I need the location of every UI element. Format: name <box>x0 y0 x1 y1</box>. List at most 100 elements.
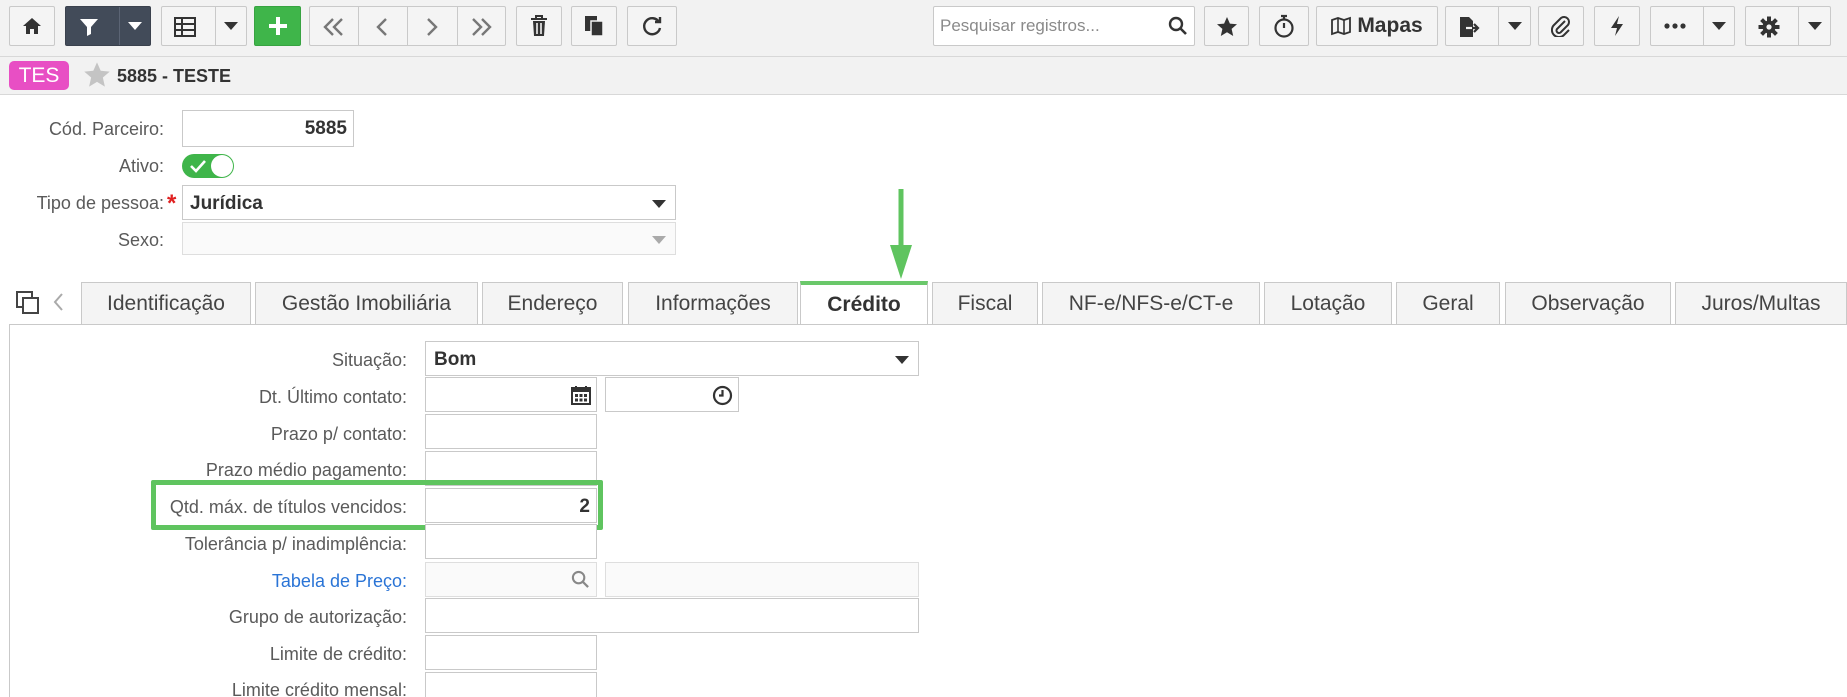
tab-gestao-imobiliaria[interactable]: Gestão Imobiliária <box>255 282 478 324</box>
home-icon <box>23 18 41 34</box>
situacao-label: Situação: <box>331 350 407 370</box>
tab-fiscal[interactable]: Fiscal <box>932 282 1038 324</box>
tab-lotacao[interactable]: Lotação <box>1264 282 1392 324</box>
prazo-medio-label: Prazo médio pagamento: <box>205 460 407 480</box>
search-input[interactable] <box>940 14 1160 38</box>
dt-ultimo-contato-label: Dt. Último contato: <box>258 387 407 407</box>
search-icon[interactable] <box>571 570 590 594</box>
tab-geral[interactable]: Geral <box>1396 282 1500 324</box>
previous-record-icon[interactable] <box>374 17 390 37</box>
tabela-preco-link[interactable]: Tabela de Preço: <box>272 571 407 592</box>
tolerancia-field[interactable] <box>425 524 597 559</box>
navigation-buttons <box>309 6 506 46</box>
file-export-icon <box>1458 16 1480 38</box>
star-icon <box>1216 16 1237 36</box>
filter-button[interactable] <box>65 6 151 46</box>
tab-observacao[interactable]: Observação <box>1505 282 1671 324</box>
grupo-autorizacao-field[interactable] <box>425 598 919 633</box>
search-box <box>933 6 1195 46</box>
tab-informacoes[interactable]: Informações <box>628 282 798 324</box>
maps-button[interactable]: Mapas <box>1316 6 1438 46</box>
grid-view-button[interactable] <box>161 6 247 46</box>
lightning-icon <box>1611 16 1623 36</box>
more-button[interactable] <box>1650 6 1735 46</box>
chevron-down-icon[interactable] <box>1712 22 1726 31</box>
next-record-icon[interactable] <box>424 17 440 37</box>
add-button[interactable] <box>254 6 301 46</box>
record-title: 5885 - TESTE <box>117 66 232 86</box>
tab-identificacao[interactable]: Identificação <box>81 282 251 324</box>
stopwatch-icon <box>1274 14 1294 38</box>
prazo-contato-label: Prazo p/ contato: <box>270 424 407 444</box>
situacao-value: Bom <box>434 349 477 370</box>
cod-parceiro-field[interactable]: 5885 <box>182 110 354 147</box>
chevron-down-icon <box>652 236 666 244</box>
settings-button[interactable] <box>1745 6 1831 46</box>
table-icon <box>174 17 196 37</box>
sexo-label: Sexo: <box>117 230 164 250</box>
tabela-preco-code-field[interactable] <box>425 562 597 597</box>
grupo-autorizacao-label: Grupo de autorização: <box>228 607 407 627</box>
chevron-down-icon[interactable] <box>1808 22 1822 31</box>
prazo-contato-field[interactable] <box>425 414 597 449</box>
limite-mensal-field[interactable] <box>425 672 597 697</box>
chevron-down-icon[interactable] <box>224 22 238 31</box>
tipo-pessoa-select[interactable]: Jurídica <box>182 185 676 220</box>
arrow-down-annotation <box>890 189 912 279</box>
toolbar: Mapas <box>0 0 1847 57</box>
chevron-down-icon <box>652 200 666 208</box>
favorites-button[interactable] <box>1204 6 1249 46</box>
chevron-down-icon[interactable] <box>128 22 142 31</box>
refresh-icon <box>643 17 662 36</box>
situacao-select[interactable]: Bom <box>425 341 919 376</box>
tab-endereco[interactable]: Endereço <box>482 282 623 324</box>
dt-ultimo-contato-date[interactable] <box>425 377 597 412</box>
cod-parceiro-label: Cód. Parceiro: <box>48 119 164 139</box>
paperclip-icon <box>1551 16 1570 37</box>
first-record-icon[interactable] <box>323 17 345 37</box>
tipo-pessoa-label: Tipo de pessoa: <box>36 193 164 213</box>
tab-nfe[interactable]: NF-e/NFS-e/CT-e <box>1042 282 1260 324</box>
trash-icon <box>531 15 547 36</box>
chevron-down-icon <box>895 356 909 364</box>
search-icon[interactable] <box>1168 16 1188 41</box>
ativo-toggle[interactable] <box>182 154 234 178</box>
limite-credito-label: Limite de crédito: <box>269 644 407 664</box>
ativo-label: Ativo: <box>118 156 164 176</box>
tab-list-icon[interactable] <box>16 291 40 320</box>
export-button[interactable] <box>1445 6 1531 46</box>
actions-button[interactable] <box>1594 6 1640 46</box>
dt-ultimo-contato-time[interactable] <box>605 377 739 412</box>
timer-button[interactable] <box>1259 6 1309 46</box>
tipo-pessoa-value: Jurídica <box>190 193 263 214</box>
clock-icon[interactable] <box>712 385 733 411</box>
delete-button[interactable] <box>516 6 562 46</box>
tabs-scroll-left-icon[interactable] <box>52 292 64 317</box>
highlight-box-annotation <box>151 480 603 530</box>
gear-icon <box>1758 16 1780 38</box>
calendar-icon[interactable] <box>571 385 591 410</box>
sexo-select[interactable] <box>182 222 676 255</box>
tabela-preco-description-field <box>605 562 919 597</box>
home-button[interactable] <box>9 6 55 46</box>
favorite-star-icon[interactable] <box>83 61 111 93</box>
cod-parceiro-value: 5885 <box>304 118 347 139</box>
attachments-button[interactable] <box>1538 6 1584 46</box>
tab-credito[interactable]: Crédito <box>800 281 928 325</box>
check-icon <box>190 160 206 173</box>
map-icon <box>1331 16 1352 36</box>
copy-icon <box>585 16 604 37</box>
record-title-bar: TES 5885 - TESTE <box>0 57 1847 95</box>
chevron-down-icon[interactable] <box>1508 22 1522 31</box>
refresh-button[interactable] <box>627 6 677 46</box>
tolerancia-label: Tolerância p/ inadimplência: <box>184 534 407 554</box>
last-record-icon[interactable] <box>470 17 492 37</box>
plus-icon <box>268 17 287 35</box>
more-icon <box>1664 23 1686 29</box>
entity-badge: TES <box>9 61 69 90</box>
duplicate-button[interactable] <box>571 6 617 46</box>
maps-label: Mapas <box>1357 14 1423 37</box>
limite-credito-field[interactable] <box>425 635 597 670</box>
tab-juros-multas[interactable]: Juros/Multas <box>1675 282 1847 324</box>
required-asterisk: * <box>167 190 177 217</box>
